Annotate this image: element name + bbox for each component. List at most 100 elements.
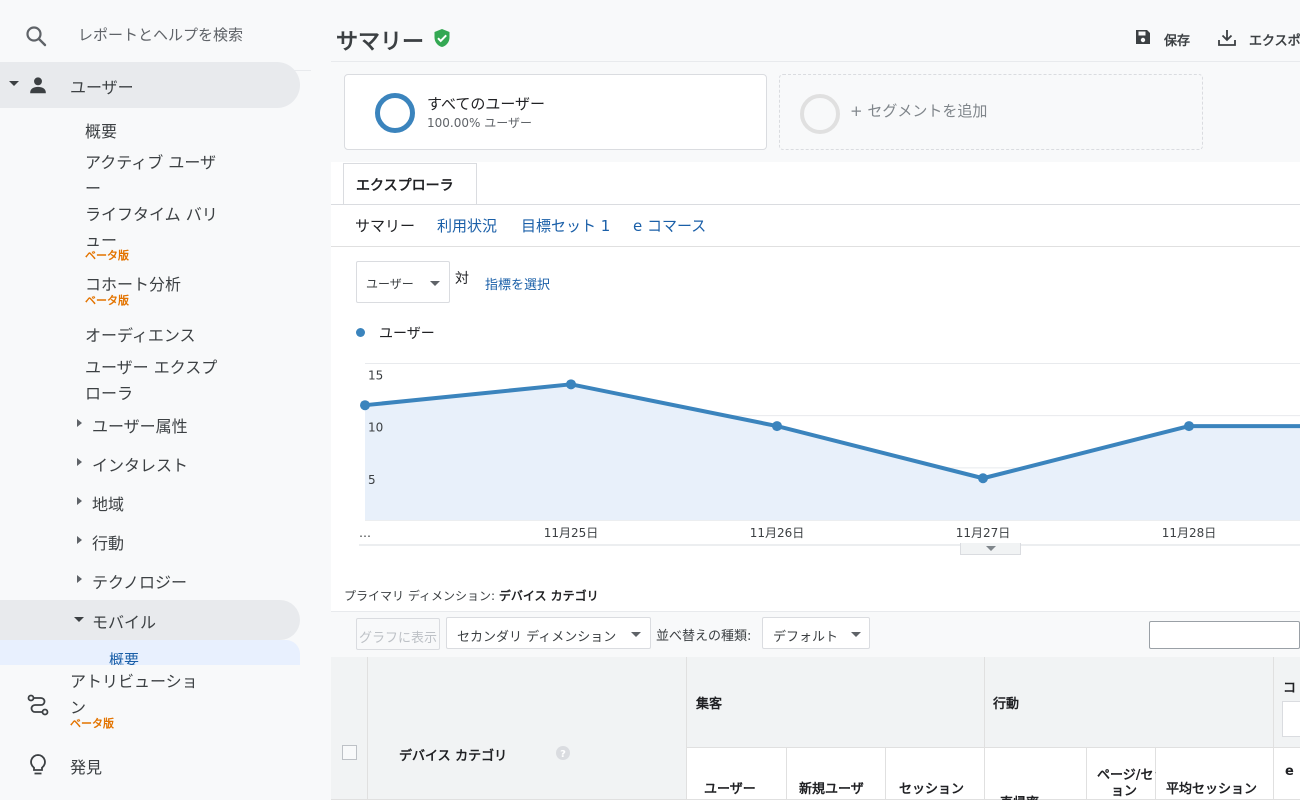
x-tick-label: … <box>359 526 371 540</box>
sidebar-item-behavior[interactable]: 行動 <box>0 528 300 554</box>
sidebar-item-user-explorer[interactable]: ユーザー エクスプ ローラ <box>0 352 300 403</box>
group-behavior-label: 行動 <box>993 697 1020 712</box>
goal-dropdown[interactable] <box>1282 701 1300 737</box>
sidebar-section-users-label: ユーザー <box>70 78 134 97</box>
person-icon <box>30 77 46 94</box>
sidebar-item-mobile-overview[interactable]: 概要 <box>0 640 300 669</box>
sidebar-item-discover[interactable]: 発見 <box>0 745 300 785</box>
caret-down-icon <box>74 617 84 622</box>
col-ecommerce[interactable]: e <box>1274 748 1300 800</box>
col-avg-session[interactable]: 平均セッション <box>1156 748 1274 800</box>
lightbulb-icon <box>30 754 46 775</box>
tab-explorer[interactable]: エクスプローラ <box>343 163 477 205</box>
y-tick-label: 15 <box>368 368 383 382</box>
sort-type-label: 並べ替えの種類: <box>656 629 752 644</box>
export-label: エクスポ <box>1249 34 1300 49</box>
search-input[interactable]: レポートとヘルプを検索 <box>78 24 243 45</box>
col-users[interactable]: ユーザー <box>687 748 787 800</box>
col-bounce-rate[interactable]: 直帰率 <box>985 748 1087 800</box>
chart-collapse-handle[interactable] <box>960 543 1021 555</box>
chevron-down-icon <box>631 632 641 637</box>
x-tick-label: 11月28日 <box>1162 526 1217 540</box>
sidebar-item-label: ユーザー属性 <box>92 417 188 436</box>
col-sessions[interactable]: セッション <box>886 748 985 800</box>
attribution-icon <box>27 694 49 716</box>
dimension-header-label: デバイス カテゴリ <box>399 749 508 764</box>
sidebar-item-label: 発見 <box>70 758 103 777</box>
help-icon[interactable]: ? <box>555 745 571 761</box>
caret-down-icon <box>9 81 19 86</box>
sidebar-item-label: モバイル <box>92 613 157 632</box>
sidebar-item-demographics[interactable]: ユーザー属性 <box>0 411 300 437</box>
sidebar-item-technology[interactable]: テクノロジー <box>0 567 300 593</box>
chevron-down-icon <box>430 281 440 286</box>
data-point <box>1184 421 1194 432</box>
col-sessions-label: セッション <box>899 782 965 797</box>
sidebar-item-audience[interactable]: オーディエンス <box>0 320 300 345</box>
beta-badge: ベータ版 <box>85 294 129 307</box>
secondary-dimension-label: セカンダリ ディメンション <box>457 630 617 645</box>
sidebar-item-label: アクティブ ユーザ <box>85 153 217 172</box>
y-tick-label: 10 <box>368 421 383 435</box>
col-users-label: ユーザー <box>704 782 756 797</box>
add-segment-label: + セグメントを追加 <box>850 102 988 120</box>
select-all-checkbox[interactable] <box>342 745 357 760</box>
sidebar-item-label-cont: ローラ <box>85 384 134 403</box>
sidebar-item-geo[interactable]: 地域 <box>0 489 300 515</box>
select-metric-link[interactable]: 指標を選択 <box>485 274 550 293</box>
divider <box>331 246 1300 247</box>
sort-type-dropdown[interactable]: デフォルト <box>762 617 870 649</box>
data-point <box>772 421 782 432</box>
sidebar-item-lifetime-value[interactable]: ライフタイム バリ ュー ベータ版 <box>0 199 300 265</box>
search-bar[interactable]: レポートとヘルプを検索 <box>0 0 311 70</box>
caret-right-icon <box>77 497 82 505</box>
col-bounce-label: 直帰率 <box>1000 792 1039 800</box>
sidebar-item-overview[interactable]: 概要 <box>0 116 300 141</box>
sidebar-item-cohort[interactable]: コホート分析 ベータ版 <box>0 269 300 311</box>
caret-right-icon <box>77 536 82 544</box>
subtab-usage[interactable]: 利用状況 <box>437 215 497 236</box>
search-icon[interactable] <box>24 24 48 48</box>
col-pages-per-session[interactable]: ページ/セッシ ョン <box>1087 748 1180 800</box>
table-search-input[interactable] <box>1149 621 1300 649</box>
group-acquisition: 集客 <box>687 657 985 748</box>
subtab-ecommerce[interactable]: e コマース <box>633 215 706 236</box>
metric-dropdown-value: ユーザー <box>366 277 414 291</box>
plot-rows-button[interactable]: グラフに表示 <box>356 618 440 650</box>
segment-bar: すべてのユーザー 100.00% ユーザー + セグメントを追加 <box>331 62 1300 162</box>
sidebar-item-mobile[interactable]: モバイル <box>0 600 300 640</box>
sidebar-item-active-users[interactable]: アクティブ ユーザ ー <box>0 147 300 198</box>
select-all-column <box>331 657 368 800</box>
caret-right-icon <box>77 575 82 583</box>
save-label: 保存 <box>1164 34 1191 49</box>
chevron-down-icon <box>986 546 996 551</box>
data-point <box>978 473 988 484</box>
data-table: デバイス カテゴリ ? 集客 行動 コ ユーザー 新規ユーザ セッション 直帰率 <box>331 657 1300 800</box>
sidebar-item-label: オーディエンス <box>85 326 196 345</box>
segment-card-all-users[interactable]: すべてのユーザー 100.00% ユーザー <box>344 74 767 150</box>
secondary-dimension-dropdown[interactable]: セカンダリ ディメンション <box>446 617 651 649</box>
svg-text:?: ? <box>560 749 566 760</box>
primary-dimension-label: プライマリ ディメンション: <box>344 589 496 603</box>
col-new-users[interactable]: 新規ユーザ <box>787 748 886 800</box>
caret-right-icon <box>77 419 82 427</box>
line-chart: 15 10 5 … 11月25日 11月26日 11月27日 11月28日 <box>359 362 1300 546</box>
subtab-summary[interactable]: サマリー <box>355 215 415 236</box>
segment-name: すべてのユーザー <box>427 95 546 113</box>
sidebar-item-label: ライフタイム バリ <box>85 205 218 224</box>
tab-explorer-label: エクスプローラ <box>356 178 454 194</box>
sidebar-item-label: 行動 <box>92 534 125 553</box>
main-content: サマリー 保存 エクスポ すべてのユーザー 100.00% ユーザー + セグメ… <box>331 0 1300 800</box>
sidebar-item-attribution[interactable]: アトリビューショ ン ベータ版 <box>0 665 331 740</box>
sort-type-value: デフォルト <box>773 630 839 645</box>
sidebar-item-label-cont: ー <box>85 179 102 198</box>
subtab-goal-set-1[interactable]: 目標セット 1 <box>521 215 610 236</box>
segment-percentage: 100.00% ユーザー <box>427 116 532 130</box>
sidebar-item-interests[interactable]: インタレスト <box>0 450 300 476</box>
primary-dimension-value: デバイス カテゴリ <box>498 589 599 603</box>
metric-dropdown[interactable]: ユーザー <box>356 261 450 303</box>
dimension-header[interactable]: デバイス カテゴリ ? <box>368 657 687 800</box>
report-header: サマリー 保存 エクスポ <box>331 0 1300 62</box>
add-segment-button[interactable]: + セグメントを追加 <box>779 74 1203 150</box>
sidebar-section-users[interactable]: ユーザー <box>0 62 300 108</box>
